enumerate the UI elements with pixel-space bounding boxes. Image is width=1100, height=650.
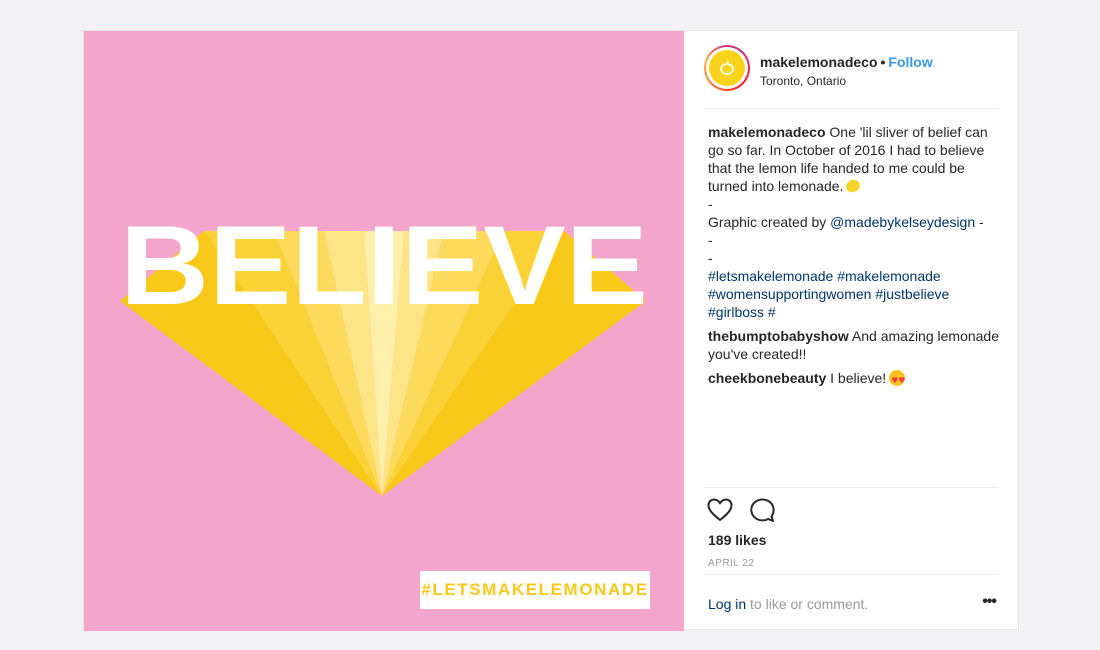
comment-item: cheekbonebeauty I believe! — [708, 369, 1000, 390]
headline: BELIEVE — [120, 203, 648, 328]
avatar[interactable] — [704, 45, 750, 91]
caption: makelemonadeco One 'lil sliver of belief… — [708, 123, 1000, 321]
hashtag-badge-text: #LETSMAKELEMONADE — [421, 580, 649, 599]
action-icons — [707, 498, 787, 527]
caption-dash: - — [708, 250, 713, 266]
hashtag-link[interactable]: #letsmakelemonade — [708, 268, 833, 284]
hashtag-link[interactable]: # — [768, 304, 776, 320]
believe-graphic: BELIEVE — [120, 203, 648, 496]
header-user-line: makelemonadeco • Follow — [760, 54, 933, 70]
location-link[interactable]: Toronto, Ontario — [760, 74, 846, 88]
post-sidebar: makelemonadeco • Follow Toronto, Ontario m… — [684, 31, 1018, 629]
comment-username[interactable]: thebumptobabyshow — [708, 328, 849, 344]
hashtag-badge: #LETSMAKELEMONADE — [420, 571, 650, 609]
comment-icon[interactable] — [749, 498, 776, 527]
instagram-post: BELIEVE #LETSMAKELEMONADE makelemonadeco… — [83, 30, 1019, 631]
login-link[interactable]: Log in — [708, 596, 746, 612]
post-date[interactable]: APRIL 22 — [708, 558, 754, 569]
header-username[interactable]: makelemonadeco — [760, 54, 878, 70]
avatar-frame — [706, 47, 748, 89]
comments-list: makelemonadeco One 'lil sliver of belief… — [708, 123, 1000, 393]
lemon-icon — [709, 50, 745, 86]
post-image[interactable]: BELIEVE #LETSMAKELEMONADE — [84, 31, 684, 631]
comment-username[interactable]: cheekbonebeauty — [708, 370, 826, 386]
post-header: makelemonadeco • Follow Toronto, Ontario — [704, 45, 998, 109]
caption-username[interactable]: makelemonadeco — [708, 124, 826, 140]
heart-eyes-emoji-icon — [889, 370, 905, 390]
hashtag-link[interactable]: #makelemonade — [837, 268, 941, 284]
hashtag-link[interactable]: #girlboss — [708, 304, 764, 320]
comment-item: thebumptobabyshow And amazing lemonade y… — [708, 327, 1000, 363]
more-options-icon[interactable]: ••• — [982, 593, 997, 611]
caption-dash: - — [708, 232, 713, 248]
separator-dot: • — [880, 54, 886, 70]
likes-count[interactable]: 189 likes — [708, 532, 766, 548]
login-prompt: Log in to like or comment. — [708, 596, 868, 612]
login-suffix: to like or comment. — [746, 596, 869, 612]
hashtag-link[interactable]: #justbelieve — [875, 286, 949, 302]
post-footer: Log in to like or comment. ••• — [704, 574, 998, 630]
hashtag-link[interactable]: #womensupportingwomen — [708, 286, 871, 302]
caption-credit-prefix: Graphic created by — [708, 214, 831, 230]
lemon-emoji-icon — [844, 177, 863, 195]
caption-dash: - — [708, 196, 713, 212]
comment-text: I believe! — [830, 370, 887, 386]
heart-icon[interactable] — [707, 498, 733, 527]
caption-credit-suffix: - — [975, 214, 984, 230]
follow-button[interactable]: Follow — [888, 54, 932, 70]
mention-link[interactable]: @madebykelseydesign — [830, 214, 975, 230]
